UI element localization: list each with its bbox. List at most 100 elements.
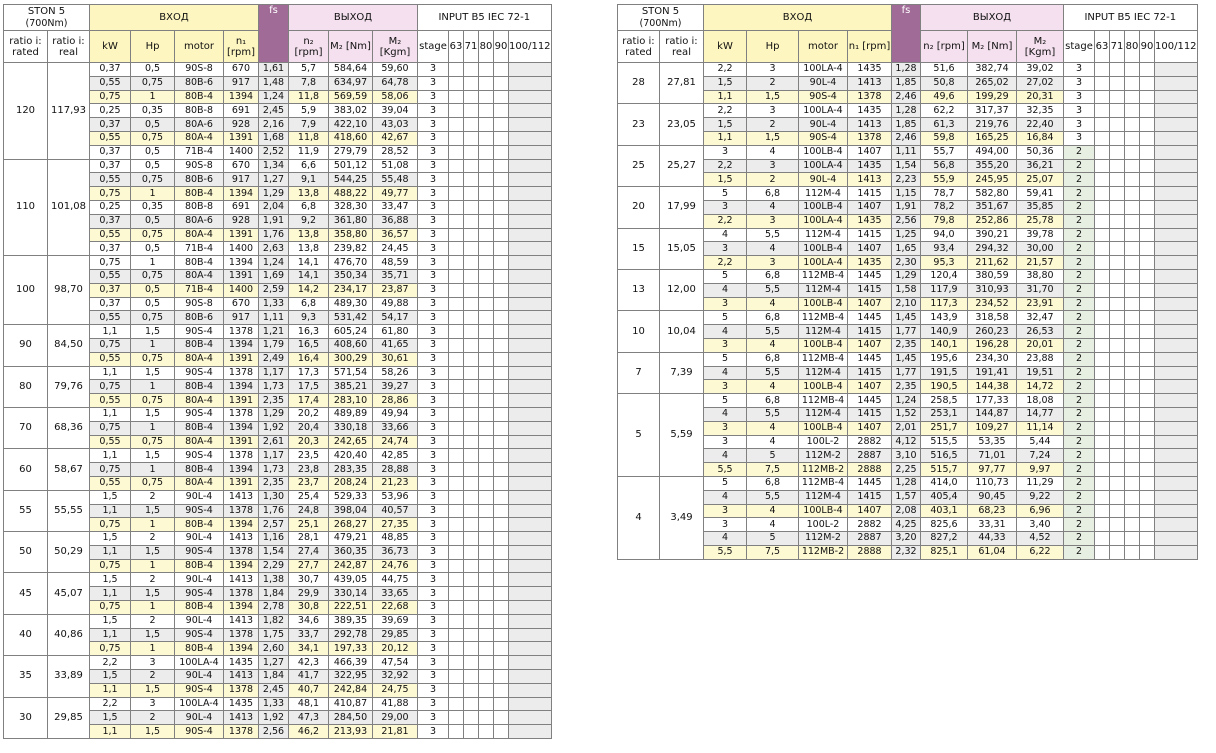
iec-fit-cell <box>1154 117 1198 132</box>
cell-hp: 2 <box>130 613 175 629</box>
iec-fit-cell <box>448 144 464 160</box>
cell-kw: 1,1 <box>703 130 747 146</box>
cell-n2: 6,6 <box>288 158 329 174</box>
iec-fit-cell <box>463 89 479 105</box>
cell-n1: 1413 <box>223 531 259 546</box>
cell-motor: 112MB-4 <box>798 351 848 367</box>
cell-n1: 1400 <box>223 241 259 257</box>
cell-m2-nm: 265,02 <box>967 75 1017 91</box>
cell-m2-kgm: 23,88 <box>1016 351 1064 367</box>
ratio-rated-cell: 60 <box>3 448 48 491</box>
cell-motor: 71B-4 <box>174 144 224 160</box>
cell-hp: 4 <box>746 379 799 395</box>
cell-fs: 1,28 <box>891 62 921 77</box>
cell-kw: 3 <box>703 503 747 519</box>
ratio-rated-cell: 55 <box>3 489 48 533</box>
iec-fit-cell <box>493 241 509 257</box>
gearbox-spec-table-right: STON 5 (700Nm) ВХОД fs ВЫХОД INPUT B5 IEC… <box>617 4 1198 560</box>
table-row: 13 12,00 5 6,8 112MB-4 1445 1,29 120,4 380,59 38,… <box>617 268 1198 312</box>
cell-stage: 3 <box>417 310 449 326</box>
cell-n2: 825,6 <box>920 517 968 533</box>
iec-fit-cell <box>1139 517 1155 533</box>
iec-fit-cell <box>493 669 509 684</box>
table-row: 3 4 100LB-4 1407 2,01 251,7 109,27 11,14 2 <box>618 420 1198 436</box>
cell-fs: 2,78 <box>258 600 289 615</box>
cell-m2-kgm: 54,17 <box>372 310 418 326</box>
cell-kw: 0,55 <box>89 351 131 367</box>
table-row: 1,1 1,5 90S-4 1378 2,46 49,6 199,29 20,31 3 <box>618 89 1198 105</box>
table-row: 45 45,07 1,5 2 90L-4 1413 1,38 30,7 439,05 44,75 3 <box>3 572 552 615</box>
cell-m2-kgm: 25,78 <box>1016 213 1064 229</box>
cell-stage: 2 <box>1063 517 1095 533</box>
cell-n2: 143,9 <box>920 310 968 326</box>
cell-stage: 2 <box>1063 241 1095 257</box>
iec-fit-cell <box>508 517 552 533</box>
iec-fit-cell <box>448 379 464 395</box>
cell-kw: 0,75 <box>89 379 131 395</box>
iec-fit-cell <box>1139 103 1155 119</box>
table-row: 5,5 7,5 112MB-2 2888 2,32 825,1 61,04 6,22 2 <box>618 544 1198 560</box>
cell-n1: 1394 <box>223 255 259 270</box>
iec-fit-cell <box>463 324 479 339</box>
iec-fit-cell <box>1154 475 1198 491</box>
cell-fs: 1,91 <box>891 199 921 215</box>
cell-n2: 46,2 <box>288 724 329 740</box>
cell-n1: 1378 <box>223 682 259 698</box>
cell-stage: 2 <box>1063 365 1095 381</box>
cell-m2-nm: 390,21 <box>967 227 1017 243</box>
cell-stage: 3 <box>417 627 449 643</box>
iec-fit-cell <box>463 130 479 146</box>
cell-kw: 0,75 <box>89 462 131 477</box>
iec-fit-cell <box>1124 117 1140 132</box>
iec-fit-cell <box>493 255 509 270</box>
cell-m2-nm: 382,74 <box>967 62 1017 77</box>
table-row: 70 68,36 1,1 1,5 90S-4 1378 1,29 20,2 489,89 49,9… <box>3 406 552 450</box>
iec-fit-cell <box>463 420 479 436</box>
iec-fit-cell <box>448 227 464 243</box>
cell-m2-nm: 110,73 <box>967 475 1017 491</box>
cell-n1: 2882 <box>847 434 892 450</box>
cell-stage: 2 <box>1063 393 1095 408</box>
cell-kw: 1,5 <box>89 572 131 588</box>
cell-motor: 80B-4 <box>174 558 224 574</box>
cell-n1: 1378 <box>847 130 892 146</box>
cell-stage: 2 <box>1063 544 1095 560</box>
cell-stage: 3 <box>417 393 449 408</box>
cell-hp: 0,75 <box>130 227 175 243</box>
cell-hp: 5,5 <box>746 282 799 298</box>
iec-fit-cell <box>508 503 552 519</box>
table-row: 55 55,55 1,5 2 90L-4 1413 1,30 25,4 529,33 53,96 3 <box>3 489 552 533</box>
cell-stage: 3 <box>417 103 449 119</box>
cell-motor: 112M-4 <box>798 227 848 243</box>
iec-fit-cell <box>1139 241 1155 257</box>
cell-n2: 61,3 <box>920 117 968 132</box>
cell-m2-kgm: 6,22 <box>1016 544 1064 560</box>
cell-fs: 1,65 <box>891 241 921 257</box>
iec-fit-cell <box>448 475 464 491</box>
cell-motor: 100LB-4 <box>798 199 848 215</box>
iec-fit-cell <box>1154 337 1198 353</box>
cell-motor: 100LB-4 <box>798 420 848 436</box>
iec-fit-cell <box>1124 186 1140 201</box>
cell-stage: 3 <box>417 365 449 381</box>
table-row: 28 27,81 2,2 3 100LA-4 1435 1,28 51,6 382,74 39,0… <box>617 61 1198 105</box>
iec-fit-cell <box>478 641 494 657</box>
cell-hp: 1,5 <box>130 324 175 339</box>
cell-stage: 2 <box>1063 475 1095 491</box>
cell-n1: 1415 <box>847 324 892 339</box>
cell-motor: 90L-4 <box>174 572 224 588</box>
iec-fit-cell <box>508 144 552 160</box>
cell-motor: 80B-6 <box>174 75 224 91</box>
col-iec-63: 63 <box>448 30 464 63</box>
iec-fit-cell <box>1124 255 1140 270</box>
cell-m2-kgm: 36,88 <box>372 213 418 229</box>
cell-motor: 80B-4 <box>174 186 224 201</box>
cell-n1: 1435 <box>847 213 892 229</box>
cell-m2-kgm: 47,54 <box>372 655 418 671</box>
cell-kw: 1,1 <box>89 324 131 339</box>
iec-fit-cell <box>478 627 494 643</box>
cell-fs: 1,25 <box>891 227 921 243</box>
cell-fs: 1,45 <box>891 351 921 367</box>
cell-m2-kgm: 14,77 <box>1016 406 1064 422</box>
iec-fit-cell <box>478 310 494 326</box>
